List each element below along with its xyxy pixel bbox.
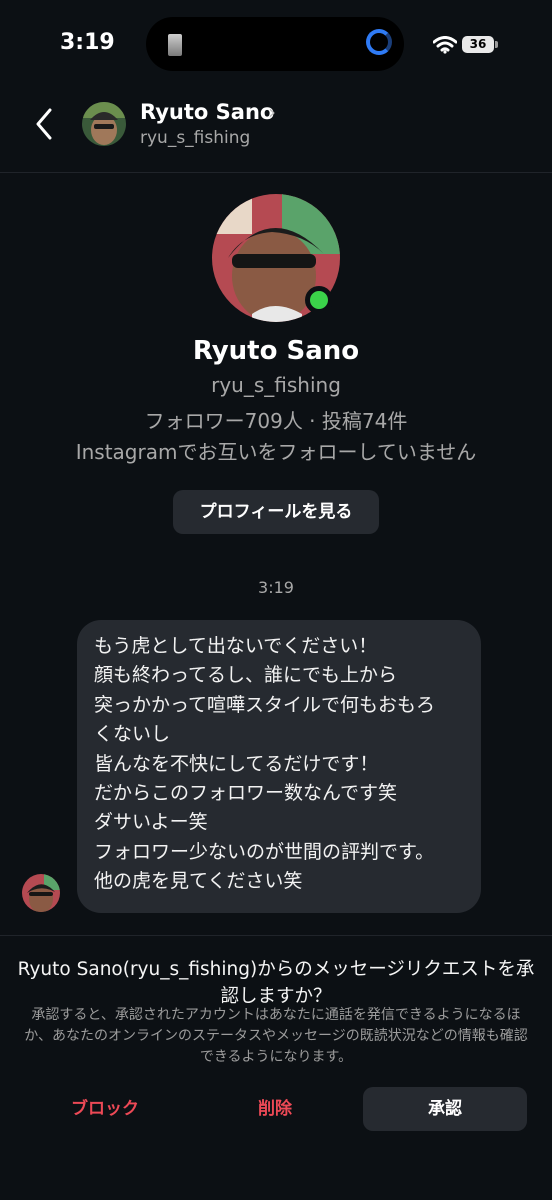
dynamic-island: [146, 17, 404, 71]
message-line: だからこのフォロワー数なんです笑: [94, 781, 398, 804]
wifi-icon: [433, 36, 457, 54]
delete-button[interactable]: 削除: [200, 1087, 350, 1131]
profile-username: ryu_s_fishing: [211, 373, 341, 397]
message-line: もう虎として出ないでください！: [94, 635, 378, 657]
battery-icon: 36: [462, 36, 494, 53]
message-line: くないし: [94, 723, 171, 746]
view-profile-button[interactable]: プロフィールを見る: [173, 490, 379, 534]
message-line: 他の虎を見てください笑: [94, 870, 303, 893]
message-line: 突っかかって喧嘩スタイルで何もおもろ: [94, 693, 436, 716]
sender-avatar[interactable]: [22, 874, 60, 912]
profile-stats: フォロワー709人 · 投稿74件: [144, 409, 408, 433]
header-divider: [0, 172, 552, 173]
message-line: ダサいよー笑: [94, 811, 208, 834]
online-status-icon: [305, 286, 333, 314]
message-line: フォロワー少ないのが世間の評判です。: [94, 840, 435, 863]
chevron-right-icon[interactable]: ›: [268, 100, 276, 124]
status-time: 3:19: [60, 30, 115, 55]
header-avatar[interactable]: [82, 102, 126, 146]
header-username[interactable]: ryu_s_fishing: [140, 128, 250, 148]
progress-ring-icon: [366, 29, 392, 55]
footer-divider: [0, 935, 552, 936]
header-name[interactable]: Ryuto Sano: [140, 100, 274, 124]
request-title: Ryuto Sano(ryu_s_fishing)からのメッセージリクエストを承…: [17, 959, 535, 1007]
block-button[interactable]: ブロック: [30, 1087, 180, 1131]
back-chevron-icon[interactable]: [30, 106, 60, 142]
message-line: 皆んなを不快にしてるだけです！: [94, 752, 379, 775]
live-activity-icon: [168, 34, 182, 56]
message-bubble[interactable]: もう虎として出ないでください！ 顔も終わってるし、誰にでも上から 突っかかって喧…: [77, 620, 481, 913]
battery-tip: [495, 41, 498, 48]
mutual-follow-status: Instagramでお互いをフォローしていません: [75, 440, 477, 464]
message-line: 顔も終わってるし、誰にでも上から: [94, 664, 398, 687]
accept-button[interactable]: 承認: [363, 1087, 527, 1131]
profile-name: Ryuto Sano: [192, 336, 360, 366]
message-timestamp: 3:19: [258, 578, 294, 597]
request-description: 承認すると、承認されたアカウントはあなたに通話を発信できるようになるほか、あなた…: [24, 1007, 528, 1065]
